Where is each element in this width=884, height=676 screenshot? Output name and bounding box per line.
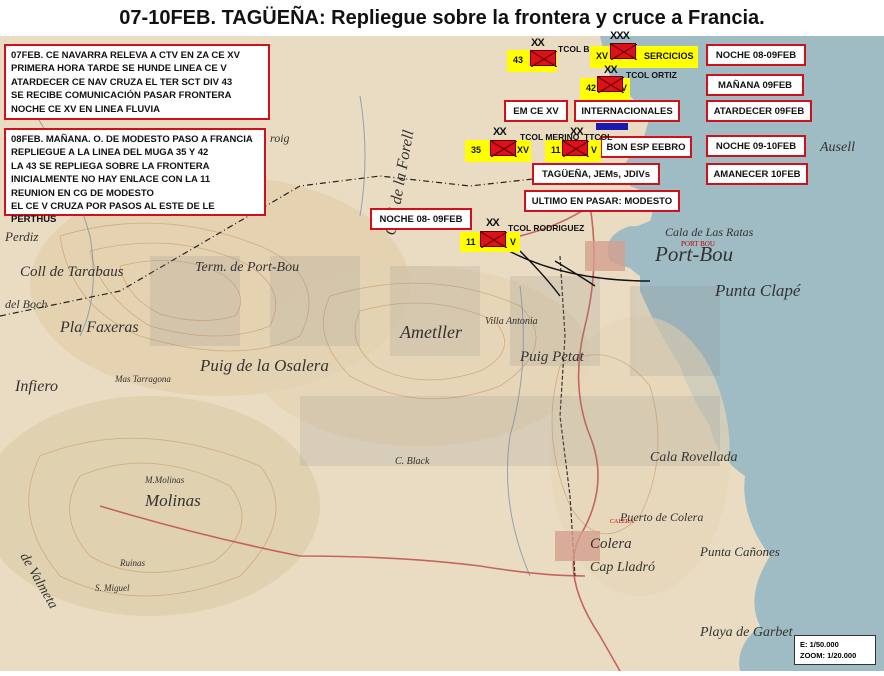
place-pla-faxeras: Pla Faxeras bbox=[59, 319, 139, 336]
place-colera: Colera bbox=[590, 536, 632, 552]
unit-symbol-11b bbox=[480, 231, 507, 248]
map-title: 07-10FEB. TAGÜEÑA: Repliegue sobre la fr… bbox=[0, 0, 884, 36]
unit-number: 11 bbox=[551, 145, 561, 155]
unit-corps: V bbox=[591, 145, 598, 155]
place-villa-antonia: Villa Antonia bbox=[485, 316, 538, 327]
unit-echelon: XXX bbox=[610, 30, 630, 42]
label-internacionales: INTERNACIONALES bbox=[574, 100, 680, 122]
unit-corps: SERCICIOS bbox=[644, 51, 694, 61]
label-noche-08-09-map: NOCHE 08- 09FEB bbox=[370, 208, 472, 230]
unit-corps: XV bbox=[517, 145, 530, 155]
unit-symbol-35 bbox=[490, 140, 517, 157]
info-line: NOCHE CE XV EN LINEA FLUVIA bbox=[11, 103, 161, 115]
blue-marker bbox=[596, 123, 628, 130]
unit-number: XV bbox=[596, 51, 609, 61]
unit-commander: TCOL BI bbox=[558, 44, 592, 54]
label-em-ce-xv: EM CE XV bbox=[504, 100, 568, 122]
info-line: PRIMERA HORA TARDE SE HUNDE LINEA CE V bbox=[11, 63, 227, 75]
info-line: REUNION EN CG DE MODESTO bbox=[11, 187, 154, 199]
place-puerto-colera: Puerto de Colera bbox=[619, 510, 703, 524]
place-punta-canones: Punta Cañones bbox=[699, 544, 780, 559]
unit-echelon: XX bbox=[570, 126, 584, 138]
unit-symbol-sercicios bbox=[610, 43, 637, 60]
place-infiero: Infiero bbox=[14, 378, 58, 395]
place-s-miguel: S. Miguel bbox=[95, 583, 130, 593]
unit-commander: TTCOL bbox=[584, 132, 613, 142]
unit-number: 35 bbox=[471, 145, 482, 155]
place-port-bou-small: PORT BOU bbox=[681, 240, 715, 248]
place-cap-lladro: Cap Lladró bbox=[590, 560, 655, 575]
info-line: EL CE V CRUZA POR PASOS AL ESTE DE LE PE… bbox=[11, 201, 215, 226]
info-line: ATARDECER CE NAV CRUZA EL TER SCT DIV 43 bbox=[11, 76, 233, 88]
info-line: SE RECIBE COMUNICACIÓN PASAR FRONTERA bbox=[11, 90, 232, 102]
place-cala-rovellada: Cala Rovellada bbox=[650, 450, 738, 465]
place-puig-osalera: Puig de la Osalera bbox=[199, 356, 329, 375]
label-manana-09: MAÑANA 09FEB bbox=[706, 74, 804, 96]
unit-symbol-11a bbox=[562, 140, 589, 157]
place-coll-tarabaus: Coll de Tarabaus bbox=[20, 264, 124, 280]
unit-echelon: XX bbox=[531, 37, 545, 49]
unit-commander: TCOL RODRIGUEZ bbox=[508, 223, 585, 233]
info-box-07feb: 07FEB. CE NAVARRA RELEVA A CTV EN ZA CE … bbox=[4, 44, 270, 120]
place-puig-petat: Puig Petat bbox=[519, 349, 585, 365]
unit-number: 42 bbox=[586, 83, 597, 93]
label-noche-08-09: NOCHE 08-09FEB bbox=[706, 44, 806, 66]
info-box-08feb: 08FEB. MAÑANA. O. DE MODESTO PASO A FRAN… bbox=[4, 128, 266, 225]
place-ruinas: Ruinas bbox=[119, 558, 145, 568]
unit-symbol-42 bbox=[597, 76, 624, 93]
place-roig: roig bbox=[270, 131, 290, 145]
label-noche-09-10: NOCHE 09-10FEB bbox=[706, 135, 806, 157]
unit-echelon: XX bbox=[493, 126, 507, 138]
place-perdiz: Perdiz bbox=[4, 229, 38, 244]
unit-symbol-43 bbox=[530, 50, 557, 67]
place-terme: Term. de Port-Bou bbox=[195, 260, 299, 275]
place-punta-clape: Punta Clapé bbox=[714, 281, 802, 300]
label-ultimo: ULTIMO EN PASAR: MODESTO bbox=[524, 190, 680, 212]
unit-number: 43 bbox=[513, 55, 524, 65]
place-amettler: Ametller bbox=[399, 322, 463, 342]
info-line: REPLIEGUE A LA LINEA DEL MUGA 35 Y 42 bbox=[11, 147, 209, 159]
unit-echelon: XX bbox=[486, 217, 500, 229]
unit-echelon: XX bbox=[604, 64, 618, 76]
place-black: C. Black bbox=[395, 456, 430, 467]
place-mas-tarragona: Mas Tarragona bbox=[114, 374, 171, 384]
info-line: INICIALMENTE NO HAY ENLACE CON LA 11 bbox=[11, 174, 211, 186]
scale-line: E: 1/50.000 bbox=[800, 640, 839, 649]
unit-number: 11 bbox=[466, 237, 476, 247]
zoom-line: ZOOM: 1/20.000 bbox=[800, 651, 857, 660]
place-cala-ratas: Cala de Las Ratas bbox=[665, 225, 754, 239]
info-line: LA 43 SE REPLIEGA SOBRE LA FRONTERA bbox=[11, 160, 210, 172]
scale-box: E: 1/50.000 ZOOM: 1/20.000 bbox=[794, 635, 876, 665]
unit-corps: V bbox=[510, 237, 517, 247]
info-line: 07FEB. CE NAVARRA RELEVA A CTV EN ZA CE … bbox=[11, 50, 240, 61]
label-atardecer-09: ATARDECER 09FEB bbox=[706, 100, 812, 122]
place-playa-garbet: Playa de Garbet bbox=[699, 625, 794, 640]
place-del-boch: del Boch bbox=[5, 297, 47, 311]
place-m-molinas: M.Molinas bbox=[144, 475, 185, 485]
label-taguena: TAGÜEÑA, JEMs, JDIVs bbox=[532, 163, 660, 185]
label-amanecer-10: AMANECER 10FEB bbox=[706, 163, 808, 185]
info-line: 08FEB. MAÑANA. O. DE MODESTO PASO A FRAN… bbox=[11, 134, 253, 145]
label-bon-esp-eebro: BON ESP EEBRO bbox=[600, 136, 692, 158]
place-ausell: Ausell bbox=[819, 140, 855, 155]
unit-commander: TCOL ORTIZ bbox=[626, 70, 677, 80]
place-molinas: Molinas bbox=[144, 491, 201, 510]
